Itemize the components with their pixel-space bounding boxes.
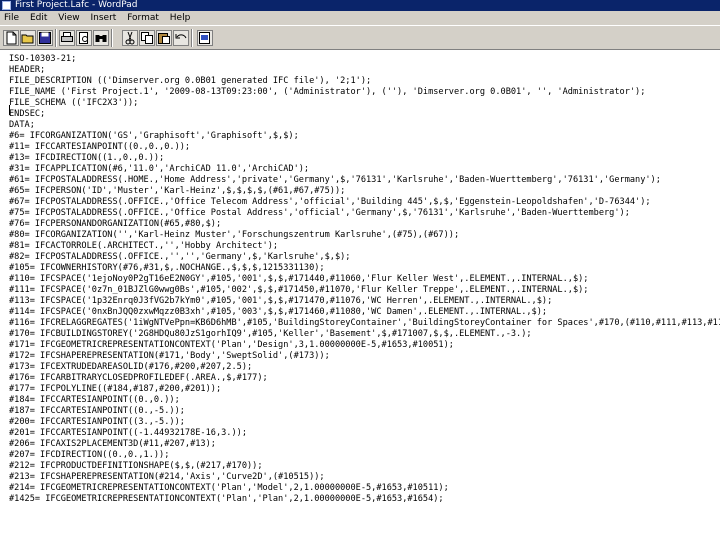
document-line[interactable]: #170= IFCBUILDINGSTOREY('2G8HDQu80JzS1go… <box>9 329 720 340</box>
document-line[interactable]: #214= IFCGEOMETRICREPRESENTATIONCONTEXT(… <box>9 483 720 494</box>
menu-view[interactable]: View <box>58 13 79 23</box>
document-line[interactable]: #76= IFCPERSONANDORGANIZATION(#65,#80,$)… <box>9 219 720 230</box>
document-line[interactable]: #213= IFCSHAPEREPRESENTATION(#214,'Axis'… <box>9 472 720 483</box>
menu-file[interactable]: File <box>4 13 19 23</box>
document-line[interactable]: #82= IFCPOSTALADDRESS(.OFFICE.,'','','Ge… <box>9 252 720 263</box>
document-line[interactable]: ISO-10303-21; <box>9 54 720 65</box>
document-line[interactable]: #206= IFCAXIS2PLACEMENT3D(#11,#207,#13); <box>9 439 720 450</box>
document-line[interactable]: #187= IFCCARTESIANPOINT((0.,-5.)); <box>9 406 720 417</box>
document-line[interactable]: #6= IFCORGANIZATION('GS','Graphisoft','G… <box>9 131 720 142</box>
document-line[interactable]: #113= IFCSPACE('1p32Enrq0J3fVG2b7kYm0',#… <box>9 296 720 307</box>
document-line[interactable]: #184= IFCCARTESIANPOINT((0.,0.)); <box>9 395 720 406</box>
menu-edit[interactable]: Edit <box>30 13 47 23</box>
document-line[interactable]: #200= IFCCARTESIANPOINT((3.,-5.)); <box>9 417 720 428</box>
document-line[interactable]: #172= IFCSHAPEREPRESENTATION(#171,'Body'… <box>9 351 720 362</box>
menu-help[interactable]: Help <box>170 13 191 23</box>
toolbar-separator <box>55 29 57 47</box>
document-line[interactable]: #176= IFCARBITRARYCLOSEDPROFILEDEF(.AREA… <box>9 373 720 384</box>
document-line[interactable]: FILE_DESCRIPTION (('Dimserver.org 0.0B01… <box>9 76 720 87</box>
document-line[interactable]: #110= IFCSPACE('1ejoNoy0P2gT16eE2N0GY',#… <box>9 274 720 285</box>
document-line[interactable]: #81= IFCACTORROLE(.ARCHITECT.,'','Hobby … <box>9 241 720 252</box>
print-preview-icon[interactable] <box>76 30 92 46</box>
document-line[interactable]: #65= IFCPERSON('ID','Muster','Karl-Heinz… <box>9 186 720 197</box>
document-line[interactable]: #171= IFCGEOMETRICREPRESENTATIONCONTEXT(… <box>9 340 720 351</box>
document-line[interactable]: #212= IFCPRODUCTDEFINITIONSHAPE($,$,(#21… <box>9 461 720 472</box>
print-icon[interactable] <box>59 30 75 46</box>
document-line[interactable]: HEADER; <box>9 65 720 76</box>
document-line[interactable]: #116= IFCRELAGGREGATES('1iWgNTVePpn=KB6D… <box>9 318 720 329</box>
document-line[interactable]: #31= IFCAPPLICATION(#6,'11.0','ArchiCAD … <box>9 164 720 175</box>
document-line[interactable]: #13= IFCDIRECTION((1.,0.,0.)); <box>9 153 720 164</box>
menu-insert[interactable]: Insert <box>90 13 116 23</box>
menu-bar: File Edit View Insert Format Help <box>0 11 720 25</box>
window-title: First Project.Lafc - WordPad <box>15 0 138 10</box>
document-line[interactable]: #1425= IFCGEOMETRICREPRESENTATIONCONTEXT… <box>9 494 720 505</box>
wordpad-app-icon[interactable] <box>2 1 11 10</box>
document-line[interactable]: #114= IFCSPACE('0nxBnJQQ0zxwMqzz0B3xh',#… <box>9 307 720 318</box>
toolbar-separator <box>111 29 113 47</box>
document-line[interactable]: #177= IFCPOLYLINE((#184,#187,#200,#201))… <box>9 384 720 395</box>
document-line[interactable]: #207= IFCDIRECTION((0.,0.,1.)); <box>9 450 720 461</box>
document-line[interactable]: #75= IFCPOSTALADDRESS(.OFFICE.,'Office P… <box>9 208 720 219</box>
document-line[interactable]: #111= IFCSPACE('0z7n_01BJZlG0wwg0Bs',#10… <box>9 285 720 296</box>
paste-icon[interactable] <box>156 30 172 46</box>
document-line[interactable]: ENDSEC; <box>9 109 720 120</box>
document-line[interactable]: #173= IFCEXTRUDEDAREASOLID(#176,#200,#20… <box>9 362 720 373</box>
document-line[interactable]: #67= IFCPOSTALADDRESS(.OFFICE.,'Office T… <box>9 197 720 208</box>
save-icon[interactable] <box>37 30 53 46</box>
text-caret <box>9 105 10 115</box>
document-line[interactable]: #11= IFCCARTESIANPOINT((0.,0.,0.)); <box>9 142 720 153</box>
find-icon[interactable] <box>93 30 109 46</box>
document-line[interactable]: #80= IFCORGANIZATION('','Karl-Heinz Must… <box>9 230 720 241</box>
new-icon[interactable] <box>3 30 19 46</box>
open-icon[interactable] <box>20 30 36 46</box>
document-line[interactable]: FILE_NAME ('First Project.1', '2009-08-1… <box>9 87 720 98</box>
document-line[interactable]: FILE_SCHEMA (('IFC2X3')); <box>9 98 720 109</box>
document-line[interactable]: #201= IFCCARTESIANPOINT((-1.44932178E-16… <box>9 428 720 439</box>
undo-icon[interactable] <box>173 30 189 46</box>
copy-icon[interactable] <box>139 30 155 46</box>
document-editor[interactable]: ISO-10303-21; HEADER; FILE_DESCRIPTION (('… <box>0 50 720 540</box>
document-text[interactable]: ISO-10303-21; HEADER; FILE_DESCRIPTION (('… <box>9 54 720 505</box>
menu-format[interactable]: Format <box>127 13 159 23</box>
document-line[interactable]: #61= IFCPOSTALADDRESS(.HOME.,'Home Addre… <box>9 175 720 186</box>
insert-object-icon[interactable] <box>197 30 213 46</box>
title-bar: First Project.Lafc - WordPad <box>0 0 720 11</box>
cut-icon[interactable] <box>122 30 138 46</box>
document-line[interactable]: DATA; <box>9 120 720 131</box>
standard-toolbar <box>0 25 720 50</box>
document-line[interactable]: #105= IFCOWNERHISTORY(#76,#31,$,.NOCHANG… <box>9 263 720 274</box>
toolbar-separator <box>191 29 193 47</box>
